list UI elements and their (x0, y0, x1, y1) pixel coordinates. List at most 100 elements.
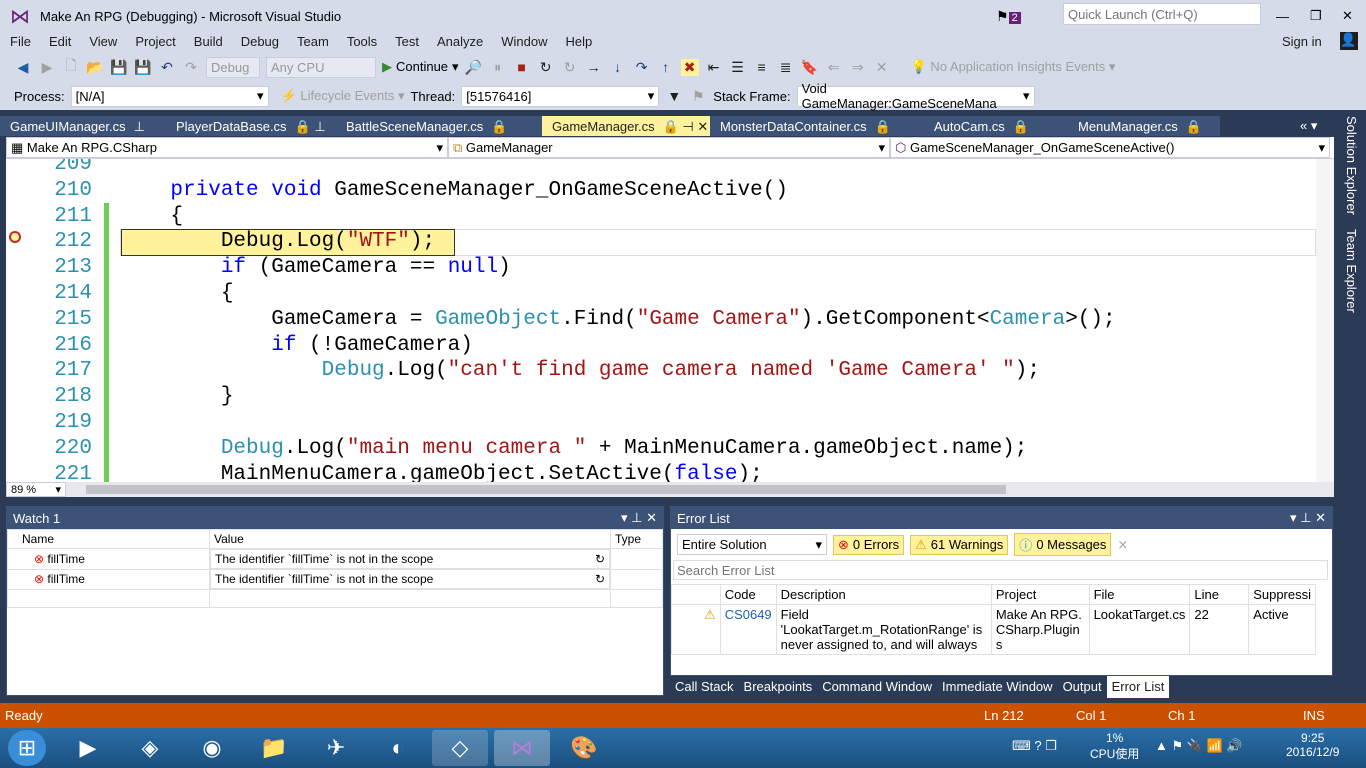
continue-button[interactable]: ▶ Continue ▾ (382, 59, 459, 75)
step-out-icon[interactable]: ↑ (657, 59, 675, 75)
tab-call-stack[interactable]: Call Stack (670, 676, 739, 698)
step-over-icon[interactable]: ↷ (633, 59, 651, 76)
menu-test[interactable]: Test (385, 34, 427, 49)
tab-gamemanager[interactable]: GameManager.cs 🔒 ⊣ ✕ (542, 116, 710, 136)
maximize-button[interactable]: ❐ (1310, 8, 1322, 24)
code-line[interactable]: 210 private void GameSceneManager_OnGame… (6, 179, 1316, 205)
tab-breakpoints[interactable]: Breakpoints (739, 676, 818, 698)
tray-icons[interactable]: ⌨ ? ❐ (1012, 738, 1057, 754)
platform-select[interactable]: Any CPU (266, 56, 376, 78)
code-line[interactable]: 221 MainMenuCamera.gameObject.SetActive(… (6, 463, 1316, 482)
tab-menumanager[interactable]: MenuManager.cs 🔒 (1040, 116, 1210, 136)
search-error-list-input[interactable] (673, 560, 1328, 580)
column-name[interactable]: Name (7, 529, 210, 549)
system-tray-icons[interactable]: ▲ ⚑ 🔌 📶 🔊 (1155, 738, 1243, 754)
code-line[interactable]: 214 { (6, 282, 1316, 308)
forward-icon[interactable]: ▶ (38, 59, 56, 76)
save-icon[interactable]: 💾 (110, 59, 128, 76)
menu-project[interactable]: Project (125, 34, 183, 49)
break-all-icon[interactable]: ⏸ (489, 59, 507, 76)
tab-error-list[interactable]: Error List (1106, 676, 1170, 698)
close-button[interactable]: ✕ (1342, 8, 1353, 24)
save-all-icon[interactable]: 💾 (134, 59, 152, 76)
clear-bookmarks-icon[interactable]: ✕ (873, 59, 891, 76)
new-project-icon[interactable]: 🗋 (62, 55, 80, 79)
code-line[interactable]: 217 Debug.Log("can't find game camera na… (6, 359, 1316, 385)
tab-battlescenemanager[interactable]: BattleSceneManager.cs 🔒 (332, 116, 542, 136)
menu-debug[interactable]: Debug (231, 34, 287, 49)
scope-select[interactable]: Entire Solution ▾ (677, 534, 827, 555)
flag-threads-icon[interactable]: ⚑ (689, 88, 707, 105)
code-line[interactable]: 219 (6, 411, 1316, 437)
taskbar-visual-studio[interactable]: ⋈ (494, 730, 550, 766)
project-dropdown[interactable]: ▦ Make An RPG.CSharp ▾ (6, 137, 448, 158)
redo-icon[interactable]: ↷ (182, 59, 200, 76)
menu-help[interactable]: Help (556, 34, 601, 49)
app-insights-button[interactable]: 💡 No Application Insights Events ▾ (911, 59, 1116, 75)
vertical-scrollbar[interactable] (1316, 159, 1334, 482)
pane-controls[interactable]: ▾ ⊥ ✕ (1290, 510, 1326, 526)
minimize-button[interactable]: — (1276, 9, 1289, 24)
taskbar-bird-app[interactable]: ✈ (308, 730, 364, 766)
configuration-select[interactable]: Debug (206, 56, 260, 78)
menu-edit[interactable]: Edit (39, 34, 79, 49)
clock[interactable]: 9:25 2016/12/9 (1286, 731, 1339, 759)
column-file[interactable]: File (1088, 584, 1191, 605)
code-editor[interactable]: 209 210 private void GameSceneManager_OnG… (6, 159, 1334, 482)
stack-frame-select[interactable]: Void GameManager:GameSceneMana ▾ (796, 81, 1035, 111)
uncomment-icon[interactable]: ≣ (777, 59, 795, 76)
menu-file[interactable]: File (0, 34, 39, 49)
taskbar-media-player[interactable]: ▶ (60, 730, 116, 766)
bookmark-icon[interactable]: 🔖 (801, 59, 819, 76)
next-bookmark-icon[interactable]: ⇒ (849, 59, 867, 76)
taskbar-paint[interactable]: 🎨 (556, 730, 612, 766)
quick-launch-input[interactable] (1063, 3, 1261, 25)
taskbar-app[interactable]: ◈ (122, 730, 178, 766)
thread-select[interactable]: [51576416] ▾ (461, 85, 660, 107)
tab-autocam[interactable]: AutoCam.cs 🔒 (910, 116, 1040, 136)
lifecycle-events-button[interactable]: ⚡ Lifecycle Events ▾ (281, 88, 405, 104)
tab-monsterdatacontainer[interactable]: MonsterDataContainer.cs 🔒 (710, 116, 910, 136)
column-description[interactable]: Description (775, 584, 992, 605)
error-row[interactable]: ⚠ CS0649 Field 'LookatTarget.m_RotationRan… (671, 604, 1316, 655)
menu-team[interactable]: Team (287, 34, 337, 49)
comment-icon[interactable]: ≡ (753, 59, 771, 75)
step-into-icon[interactable]: ↓ (609, 59, 627, 75)
refresh-icon[interactable]: ↻ (595, 572, 605, 586)
refresh-icon[interactable]: ↻ (595, 552, 605, 566)
errors-filter-button[interactable]: ⊗ 0 Errors (833, 534, 905, 555)
column-line[interactable]: Line (1189, 584, 1250, 605)
member-dropdown[interactable]: ⬡ GameSceneManager_OnGameSceneActive() ▾ (890, 137, 1330, 158)
filter-icon[interactable]: ▼ (665, 88, 683, 104)
column-suppression[interactable]: Suppressi (1248, 584, 1316, 605)
breakpoints-toggle-icon[interactable]: ✖ (680, 58, 699, 76)
type-dropdown[interactable]: ⧉ GameManager ▾ (448, 137, 890, 158)
watch-empty-row[interactable] (7, 589, 663, 608)
menu-build[interactable]: Build (184, 34, 231, 49)
account-icon[interactable]: 👤 (1340, 32, 1358, 50)
format-icon[interactable]: ☰ (729, 59, 747, 76)
column-type[interactable]: Type (610, 529, 663, 549)
menu-view[interactable]: View (79, 34, 125, 49)
clear-filter-icon[interactable]: ⨯ (1117, 537, 1128, 553)
restart-icon[interactable]: ↻ (537, 59, 555, 76)
code-line[interactable]: 209 (6, 159, 1316, 179)
hot-reload-icon[interactable]: ↻ (561, 59, 579, 76)
tab-solution-explorer[interactable]: Solution Explorer (1344, 116, 1359, 215)
code-line[interactable]: 215 GameCamera = GameObject.Find("Game C… (6, 308, 1316, 334)
code-line[interactable]: 213 if (GameCamera == null) (6, 256, 1316, 282)
column-value[interactable]: Value (209, 529, 611, 549)
prev-bookmark-icon[interactable]: ⇐ (825, 59, 843, 76)
back-icon[interactable]: ◀ (14, 59, 32, 76)
indent-icon[interactable]: ⇤ (705, 59, 723, 76)
sign-in-link[interactable]: Sign in (1272, 34, 1330, 49)
start-button[interactable]: ⊞ (8, 730, 46, 766)
tab-playerdatabase[interactable]: PlayerDataBase.cs 🔒 ⊥ (162, 116, 332, 136)
watch-row[interactable]: ⊗ fillTime The identifier `fillTime` is n… (7, 548, 663, 570)
messages-filter-button[interactable]: ⓘ 0 Messages (1014, 533, 1112, 556)
menu-tools[interactable]: Tools (337, 34, 385, 49)
open-file-icon[interactable]: 📂 (86, 59, 104, 76)
tab-team-explorer[interactable]: Team Explorer (1344, 229, 1359, 313)
taskbar-unity[interactable]: ◇ (432, 730, 488, 766)
tab-output[interactable]: Output (1058, 676, 1107, 698)
